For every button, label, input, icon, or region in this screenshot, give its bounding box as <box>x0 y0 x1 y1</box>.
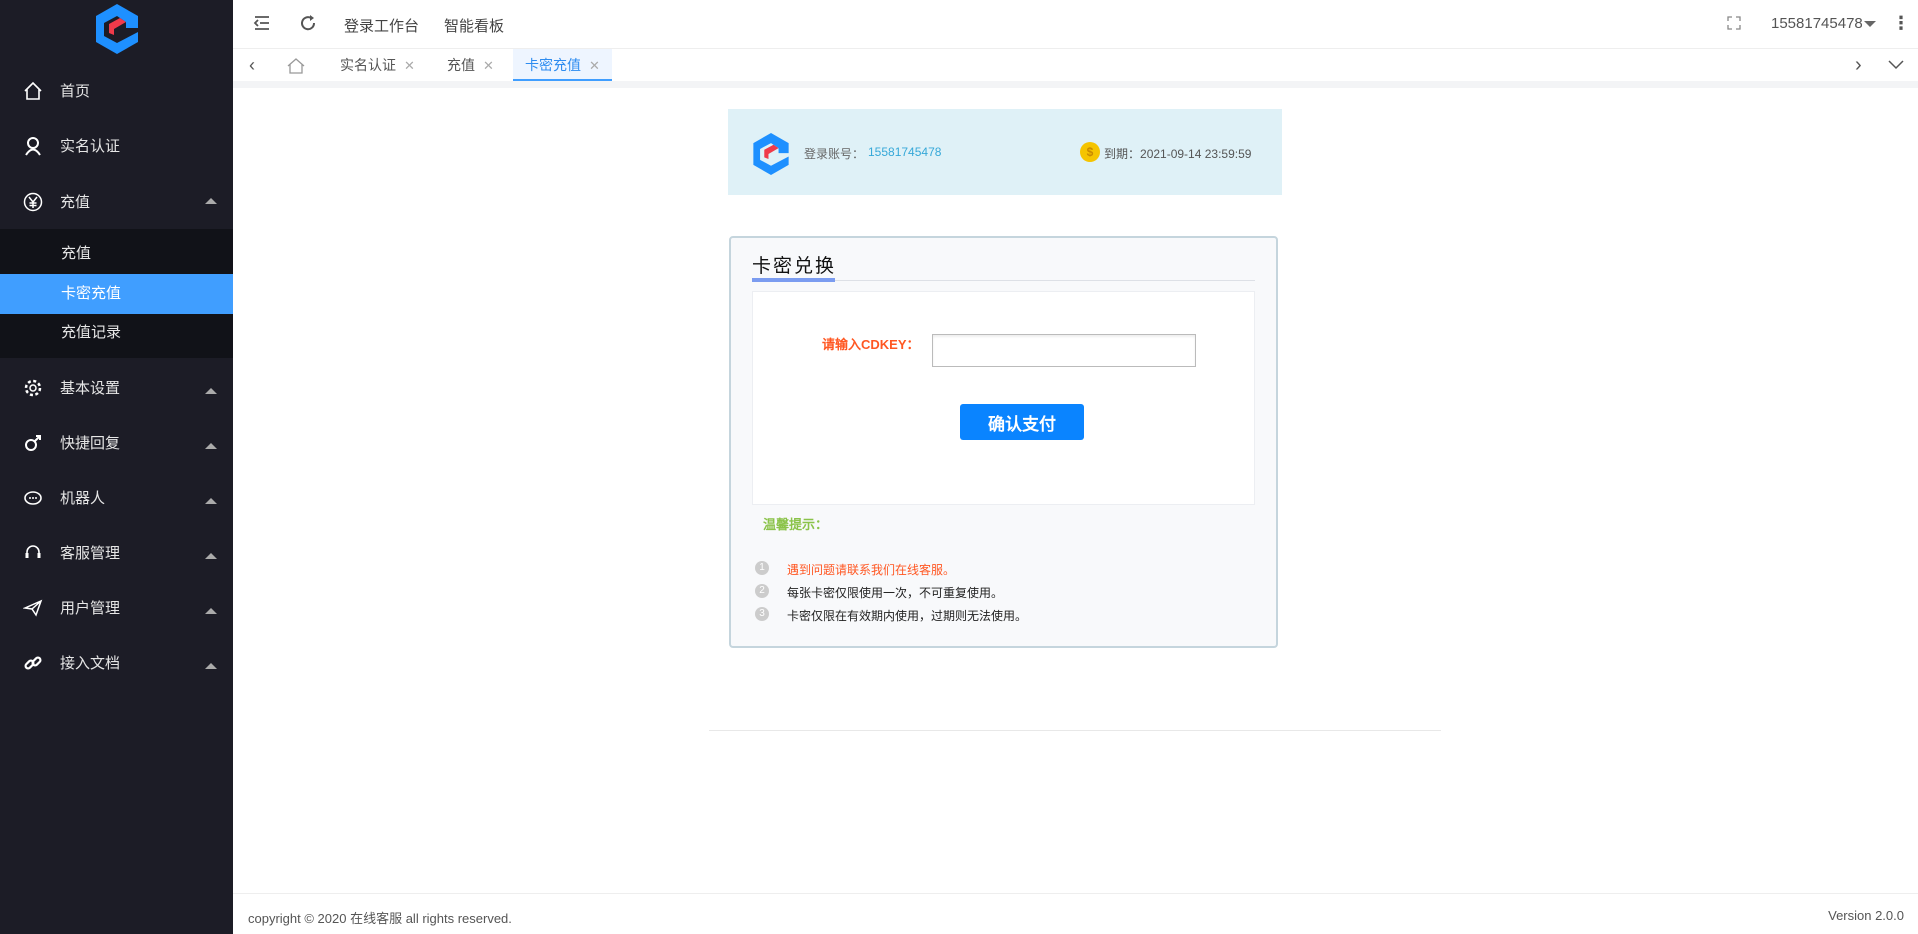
card-title: 卡密兑换 <box>752 256 837 277</box>
tabs-scroll-left-icon[interactable]: ‹ <box>249 49 255 81</box>
tip-text: 每张卡密仅限使用一次，不可重复使用。 <box>787 586 1004 600</box>
link-icon <box>22 652 44 674</box>
content-divider <box>709 730 1441 731</box>
more-vertical-icon[interactable]: ⋮ <box>1892 13 1910 34</box>
sidebar-item-label: 接入文档 <box>60 655 121 672</box>
headset-icon <box>22 542 44 564</box>
tab-label: 卡密充值 <box>525 57 581 73</box>
home-icon <box>287 58 305 74</box>
header-link-dashboard[interactable]: 智能看板 <box>444 15 504 36</box>
title-underline <box>752 278 835 282</box>
expire-info: 到期：2021-09-14 23:59:59 <box>1104 145 1251 162</box>
copyright: copyright © 2020 在线客服 all rights reserve… <box>248 911 512 926</box>
header-link-workbench[interactable]: 登录工作台 <box>344 15 419 36</box>
recharge-submenu: 充值 卡密充值 充值记录 <box>0 229 233 358</box>
gear-icon <box>22 377 44 399</box>
tips-title: 温馨提示： <box>763 517 829 532</box>
tabs-scroll-right-icon[interactable]: › <box>1855 49 1862 81</box>
sidebar-item-quick-reply[interactable]: 快捷回复 <box>0 415 233 470</box>
refresh-icon[interactable] <box>299 14 317 36</box>
yen-icon <box>22 191 44 213</box>
close-icon[interactable]: ✕ <box>483 58 494 73</box>
coin-icon: $ <box>1080 142 1100 162</box>
account-banner: 登录账号： 15581745478 $ 到期：2021-09-14 23:59:… <box>728 109 1282 195</box>
tab-label: 充值 <box>447 57 475 73</box>
logo-icon <box>96 4 138 54</box>
caret-up-icon <box>205 553 217 559</box>
logo-icon <box>753 133 789 175</box>
cdkey-label: 请输入CDKEY： <box>822 337 920 352</box>
sidebar-item-label: 充值 <box>60 194 91 211</box>
sidebar-item-docs[interactable]: 接入文档 <box>0 635 233 690</box>
home-icon <box>22 80 44 102</box>
sidebar-item-recharge[interactable]: 充值 <box>0 174 233 229</box>
sidebar-item-label: 机器人 <box>60 490 106 507</box>
caret-up-icon <box>205 498 217 504</box>
cdkey-input[interactable] <box>932 334 1196 367</box>
tip-number: 1 <box>755 561 769 575</box>
sidebar-item-label: 基本设置 <box>60 380 121 397</box>
account-value: 15581745478 <box>868 145 942 159</box>
submenu-item-recharge[interactable]: 充值 <box>0 234 233 274</box>
user-icon <box>22 135 44 157</box>
menu-fold-icon[interactable] <box>253 14 271 36</box>
tip-number: 2 <box>755 584 769 598</box>
tab-home[interactable] <box>287 49 305 81</box>
sidebar-item-label: 客服管理 <box>60 545 121 562</box>
tab-recharge[interactable]: 充值 ✕ <box>447 49 494 81</box>
sidebar-item-label: 用户管理 <box>60 600 121 617</box>
tab-bar: ‹ 实名认证 ✕ 充值 ✕ 卡密充值 ✕ › <box>233 49 1918 81</box>
sidebar-item-label: 首页 <box>60 83 91 100</box>
caret-down-icon <box>1863 21 1876 28</box>
sidebar-item-label: 实名认证 <box>60 138 121 155</box>
tip-number: 3 <box>755 607 769 621</box>
tip-text: 遇到问题请联系我们在线客服。 <box>787 563 956 577</box>
confirm-pay-button[interactable]: 确认支付 <box>960 404 1084 440</box>
tab-card-recharge[interactable]: 卡密充值 ✕ <box>513 49 612 81</box>
top-header: 登录工作台 智能看板 15581745478 ⋮ <box>233 0 1918 49</box>
footer: copyright © 2020 在线客服 all rights reserve… <box>233 893 1918 934</box>
send-icon <box>22 597 44 619</box>
fullscreen-icon[interactable] <box>1727 16 1741 34</box>
sidebar-item-users[interactable]: 用户管理 <box>0 580 233 635</box>
sidebar-item-verify[interactable]: 实名认证 <box>0 118 233 173</box>
caret-up-icon <box>205 388 217 394</box>
submenu-item-card-recharge[interactable]: 卡密充值 <box>0 274 233 314</box>
quick-reply-icon <box>22 432 44 454</box>
sidebar: 首页 实名认证 充值 充值 卡密充值 充值记录 基本设置 快捷回复 机器人 客服… <box>0 0 233 934</box>
robot-icon <box>22 487 44 509</box>
user-dropdown[interactable]: 15581745478 <box>1771 15 1876 32</box>
tab-label: 实名认证 <box>340 57 396 73</box>
sidebar-item-home[interactable]: 首页 <box>0 63 233 118</box>
version: Version 2.0.0 <box>1828 908 1904 923</box>
expire-value: 2021-09-14 23:59:59 <box>1140 147 1252 161</box>
close-icon[interactable]: ✕ <box>404 58 415 73</box>
tab-verify[interactable]: 实名认证 ✕ <box>340 49 415 81</box>
sidebar-item-robot[interactable]: 机器人 <box>0 470 233 525</box>
caret-up-icon <box>205 443 217 449</box>
sidebar-item-label: 快捷回复 <box>60 435 121 452</box>
redeem-form <box>752 291 1255 505</box>
account-label: 登录账号： <box>804 147 865 161</box>
caret-up-icon <box>205 608 217 614</box>
expire-label: 到期： <box>1104 147 1141 161</box>
submenu-item-recharge-history[interactable]: 充值记录 <box>0 313 233 353</box>
caret-up-icon <box>205 198 217 204</box>
caret-up-icon <box>205 663 217 669</box>
sidebar-item-agents[interactable]: 客服管理 <box>0 525 233 580</box>
tabs-menu-chevron-down-icon[interactable] <box>1888 49 1904 81</box>
sidebar-item-settings[interactable]: 基本设置 <box>0 360 233 415</box>
close-icon[interactable]: ✕ <box>589 58 600 73</box>
tip-text: 卡密仅限在有效期内使用，过期则无法使用。 <box>787 609 1028 623</box>
tab-bar-divider <box>233 81 1918 88</box>
username: 15581745478 <box>1771 15 1863 32</box>
